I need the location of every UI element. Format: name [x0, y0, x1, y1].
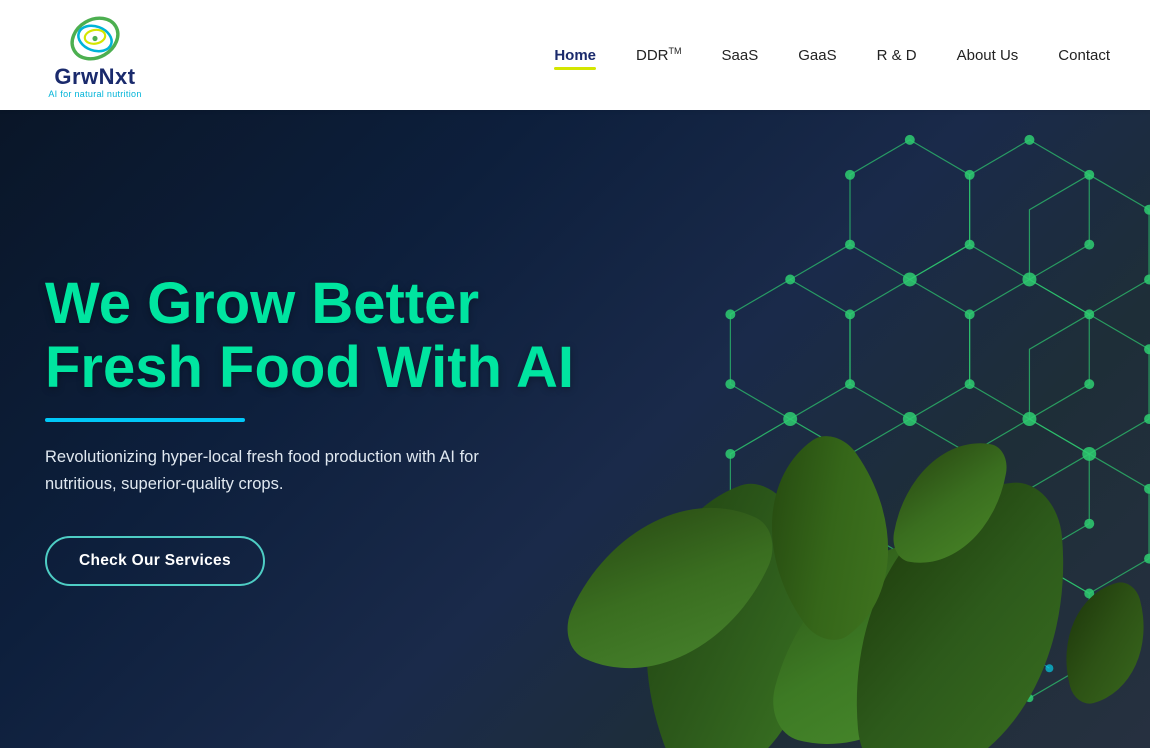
nav-item-contact[interactable]: Contact: [1058, 47, 1110, 64]
hex-network-bg: .hex-line { stroke: #2ecc71; stroke-widt…: [550, 110, 1150, 748]
nav-item-about[interactable]: About Us: [957, 47, 1019, 64]
hero-divider: [45, 418, 245, 422]
nav-item-gaas[interactable]: GaaS: [798, 47, 836, 64]
nav-item-saas[interactable]: SaaS: [722, 47, 759, 64]
hero-content: We Grow Better Fresh Food With AI Revolu…: [0, 272, 574, 586]
hero-title-line1: We Grow Better: [45, 271, 479, 336]
header: GrwNxt AI for natural nutrition Home DDR…: [0, 0, 1150, 110]
main-nav: Home DDRTM SaaS GaaS R & D About Us Cont…: [554, 46, 1110, 64]
cta-button[interactable]: Check Our Services: [45, 536, 265, 586]
hero-title: We Grow Better Fresh Food With AI: [45, 272, 574, 400]
logo-subtext: AI for natural nutrition: [48, 89, 141, 99]
logo-text: GrwNxt: [54, 66, 135, 88]
logo-icon: [65, 11, 125, 66]
logo[interactable]: GrwNxt AI for natural nutrition: [40, 11, 150, 99]
nav-item-rd[interactable]: R & D: [877, 47, 917, 64]
hero-description: Revolutionizing hyper-local fresh food p…: [45, 444, 505, 498]
hero-title-line2: Fresh Food With AI: [45, 335, 574, 400]
hero-section: .hex-line { stroke: #2ecc71; stroke-widt…: [0, 110, 1150, 748]
nav-item-home[interactable]: Home: [554, 47, 596, 64]
nav-item-ddr[interactable]: DDRTM: [636, 46, 682, 64]
